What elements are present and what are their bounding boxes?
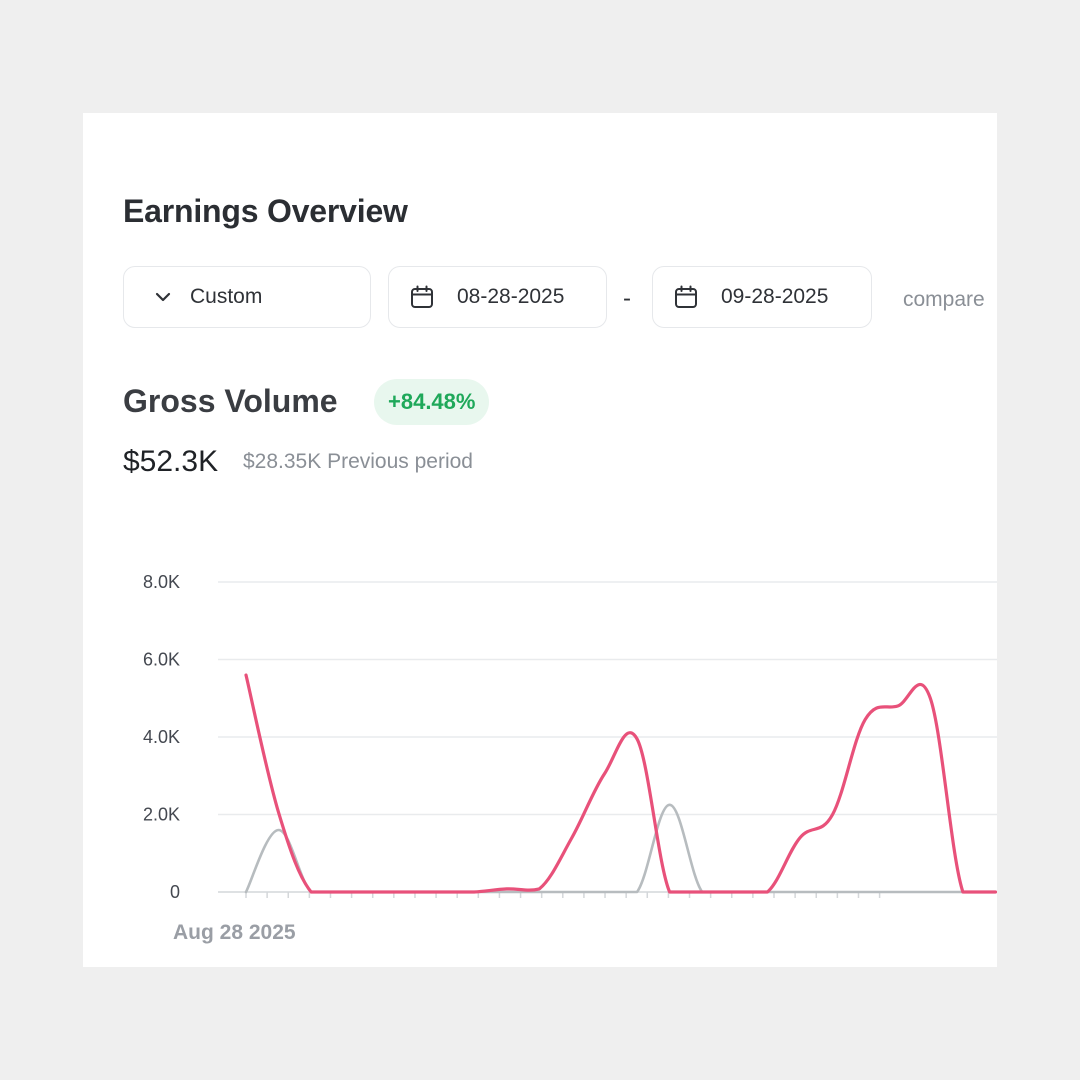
- y-tick-label: 2.0K: [143, 805, 180, 825]
- y-tick-label: 8.0K: [143, 572, 180, 592]
- previous-series-line: [244, 803, 997, 894]
- y-tick-label: 6.0K: [143, 650, 180, 670]
- y-tick-label: 0: [170, 882, 180, 902]
- gross-volume-chart: 8.0K 6.0K 4.0K 2.0K 0 Aug 28 2025: [143, 572, 997, 944]
- earnings-card: Earnings Overview Custom 08-28-2025 - 09…: [83, 113, 997, 967]
- y-tick-label: 4.0K: [143, 727, 180, 747]
- current-series-line: [244, 673, 997, 894]
- x-tick-label: Aug 28 2025: [173, 921, 296, 944]
